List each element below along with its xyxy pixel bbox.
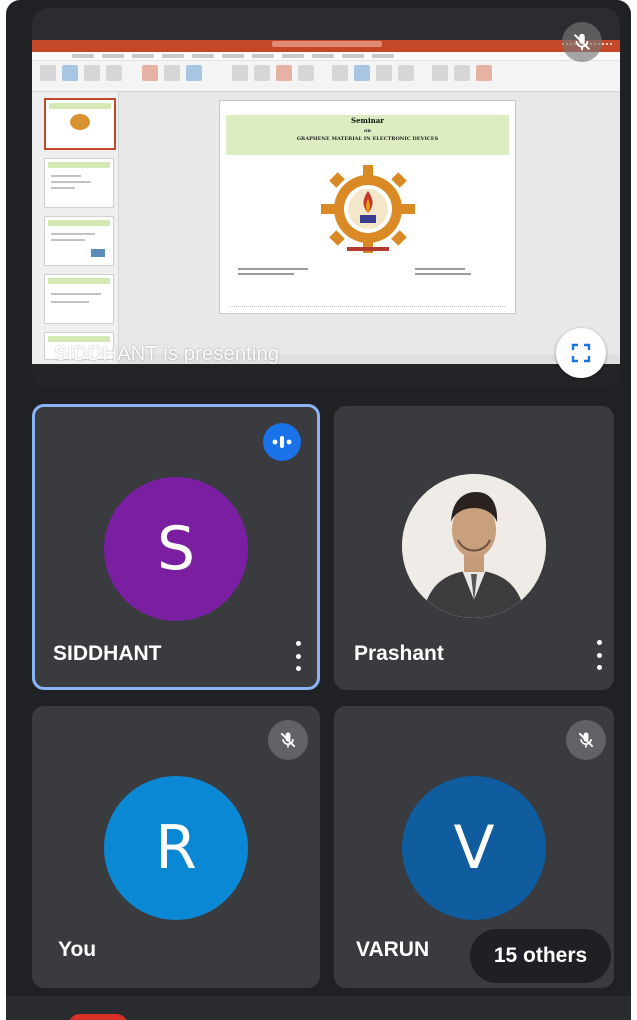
avatar: S — [104, 477, 248, 621]
more-options-icon[interactable] — [292, 641, 304, 671]
presentation-tile-footer — [32, 364, 620, 388]
slide-footer — [230, 306, 505, 309]
presenter-text — [415, 265, 475, 285]
powerpoint-ribbon — [32, 61, 620, 92]
guide-text — [238, 265, 318, 285]
mic-off-icon — [268, 720, 308, 760]
avatar: V — [402, 776, 546, 920]
end-call-button[interactable] — [68, 1014, 128, 1020]
mic-off-icon — [566, 720, 606, 760]
institute-logo — [321, 165, 415, 253]
slide-connector: on — [364, 128, 371, 134]
slide-subtitle: GRAPHENE MATERIAL IN ELECTRONIC DEVICES — [296, 136, 439, 142]
participant-name: SIDDHANT — [53, 642, 162, 665]
mic-off-icon — [562, 22, 602, 62]
participant-tile-prashant[interactable]: Prashant — [334, 406, 614, 690]
participant-tile-siddhant[interactable]: S SIDDHANT — [32, 404, 320, 690]
participant-name: VARUN — [356, 938, 430, 961]
powerpoint-menubar — [32, 52, 620, 61]
participant-name: You — [58, 938, 97, 961]
fullscreen-icon[interactable] — [556, 328, 606, 378]
avatar-photo — [402, 474, 546, 618]
device-frame: Seminar on GRAPHENE MATERIAL IN ELECTRON… — [0, 0, 637, 1020]
more-options-icon[interactable] — [593, 640, 605, 670]
avatar: R — [104, 776, 248, 920]
meeting-screen: Seminar on GRAPHENE MATERIAL IN ELECTRON… — [6, 0, 631, 1020]
slide-canvas: Seminar on GRAPHENE MATERIAL IN ELECTRON… — [119, 92, 620, 364]
powerpoint-titlebar — [32, 40, 620, 52]
shared-screen: Seminar on GRAPHENE MATERIAL IN ELECTRON… — [32, 40, 620, 364]
others-chip[interactable]: 15 others — [470, 929, 611, 983]
presenting-label: SIDDHANT is presenting — [54, 343, 280, 365]
slide-thumbnails — [32, 92, 119, 364]
participant-tile-you[interactable]: R You — [32, 706, 320, 988]
audio-level-icon — [263, 423, 301, 461]
current-slide: Seminar on GRAPHENE MATERIAL IN ELECTRON… — [219, 100, 516, 314]
participant-name: Prashant — [354, 642, 444, 665]
presentation-tile[interactable]: Seminar on GRAPHENE MATERIAL IN ELECTRON… — [32, 8, 620, 388]
slide-title: Seminar — [351, 116, 384, 125]
